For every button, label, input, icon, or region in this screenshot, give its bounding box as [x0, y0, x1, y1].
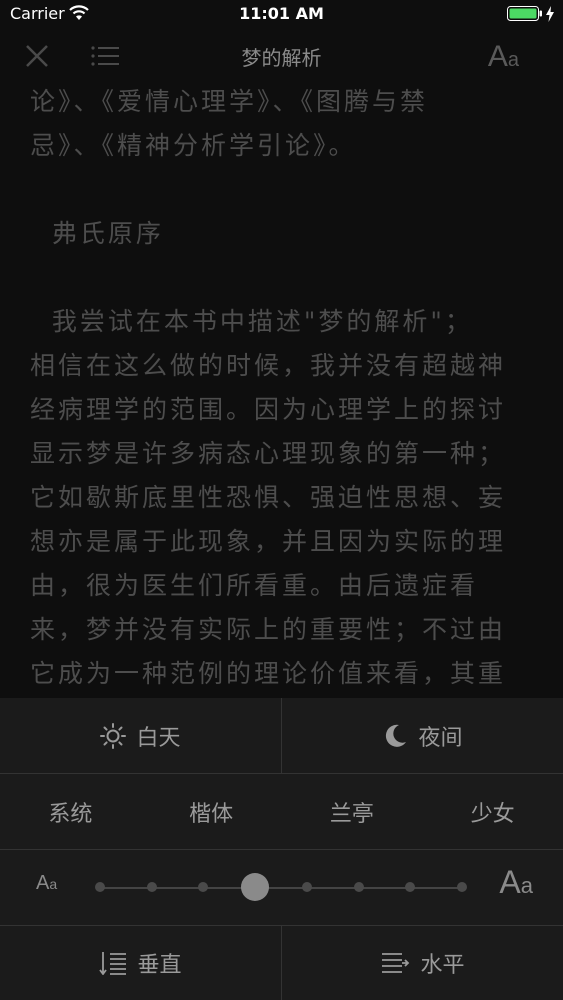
text-line: 相信在这么做的时候，我并没有超越神 [30, 351, 507, 380]
font-settings-button[interactable]: Aa [488, 40, 519, 74]
horizontal-page-icon [382, 953, 410, 973]
charging-bolt-icon [546, 6, 554, 22]
status-bar: Carrier 11:01 AM [0, 0, 563, 28]
font-size-slider-step[interactable] [95, 882, 105, 892]
text-line: 由，很为医生们所看重。由后遗症看 [30, 571, 479, 600]
text-line: 论》、《爱情心理学》、《图腾与禁 [30, 87, 429, 116]
book-content: 论》、《爱情心理学》、《图腾与禁 忌》、《精神分析学引论》。 弗氏原序 我尝试在… [30, 80, 540, 698]
theme-row: 白天 夜间 [0, 698, 563, 774]
text-line: 想亦是属于此现象，并且因为实际的理 [30, 527, 507, 556]
reading-settings-panel: 白天 夜间 系统 楷体 兰亭 少女 Aa Aa 垂直 水平 [0, 698, 563, 1000]
font-size-slider-step[interactable] [146, 882, 157, 892]
text-line [30, 256, 540, 300]
section-heading: 弗氏原序 [30, 219, 164, 248]
night-mode-button[interactable]: 夜间 [282, 698, 563, 773]
vertical-scroll-icon [99, 952, 127, 975]
page-title: 梦的解析 [241, 46, 322, 70]
top-nav-bar: 梦的解析 Aa [0, 28, 563, 84]
font-size-slider-step[interactable] [353, 882, 364, 892]
day-mode-label: 白天 [136, 725, 181, 751]
day-mode-button[interactable]: 白天 [0, 698, 282, 773]
font-option-system[interactable]: 系统 [0, 796, 141, 828]
vertical-scroll-button[interactable]: 垂直 [0, 926, 282, 1000]
text-line: 经病理学的范围。因为心理学上的探讨 [30, 395, 507, 424]
text-line: 显示梦是许多病态心理现象的第一种； [30, 439, 507, 468]
font-size-row: Aa Aa [0, 850, 563, 926]
battery-icon [507, 6, 542, 21]
font-size-slider-knob[interactable] [241, 873, 270, 901]
font-size-small-glyph: a [507, 49, 519, 71]
font-size-slider-step[interactable] [198, 882, 209, 892]
text-line: 我尝试在本书中描述"梦的解析"； [30, 307, 473, 336]
font-option-lanting[interactable]: 兰亭 [282, 796, 423, 828]
moon-icon [386, 724, 407, 747]
font-size-large-label: Aa [499, 864, 533, 900]
text-line: 来，梦并没有实际上的重要性；不过由 [30, 615, 507, 644]
text-line [30, 168, 540, 212]
horizontal-page-button[interactable]: 水平 [282, 926, 563, 1000]
font-size-slider-step[interactable] [457, 882, 467, 892]
font-option-kaiti[interactable]: 楷体 [141, 796, 282, 828]
text-line: 它成为一种范例的理论价值来看，其重 [30, 659, 507, 688]
font-option-shaonv[interactable]: 少女 [422, 796, 563, 828]
text-line: 忌》、《精神分析学引论》。 [30, 131, 357, 160]
font-size-slider-step[interactable] [301, 882, 312, 892]
font-size-small-label: Aa [36, 872, 58, 894]
vertical-label: 垂直 [137, 953, 182, 978]
horizontal-label: 水平 [420, 953, 465, 978]
sun-icon [100, 722, 127, 749]
font-size-slider-step[interactable] [405, 882, 416, 892]
font-size-large-glyph: A [487, 40, 508, 73]
font-family-row: 系统 楷体 兰亭 少女 [0, 774, 563, 850]
page-turn-row: 垂直 水平 [0, 926, 563, 1000]
text-line: 它如歇斯底里性恐惧、强迫性思想、妄 [30, 483, 507, 512]
clock: 11:01 AM [239, 4, 324, 23]
night-mode-label: 夜间 [418, 725, 463, 751]
